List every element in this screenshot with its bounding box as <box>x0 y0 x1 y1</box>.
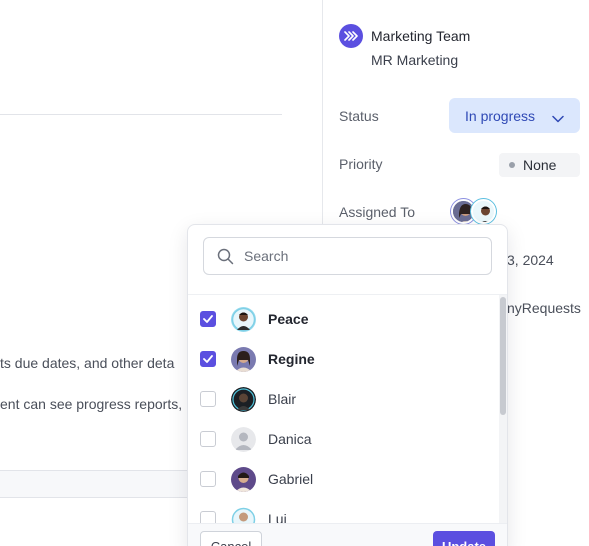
member-name: Regine <box>268 351 315 367</box>
description-text-line: ent can see progress reports, <box>0 396 183 412</box>
member-row-blair[interactable]: Blair <box>188 379 500 419</box>
cancel-button[interactable]: Cancel <box>200 531 262 546</box>
avatar <box>471 199 496 224</box>
member-checkbox[interactable] <box>200 391 216 407</box>
member-name: Blair <box>268 391 297 407</box>
priority-dropdown[interactable]: None <box>499 153 580 177</box>
assignee-picker-popover: Peace Regine Blair Danica <box>187 224 508 546</box>
priority-value: None <box>523 157 557 173</box>
member-checkbox[interactable] <box>200 511 216 523</box>
member-checkbox[interactable] <box>200 311 216 327</box>
member-name: Gabriel <box>268 471 314 487</box>
search-icon <box>217 248 234 270</box>
search-box[interactable] <box>203 237 492 275</box>
member-checkbox[interactable] <box>200 351 216 367</box>
status-value: In progress <box>465 107 536 124</box>
assignee-avatars[interactable] <box>451 199 501 225</box>
team-chevrons-icon <box>339 24 363 48</box>
member-name: Danica <box>268 431 312 447</box>
member-row-gabriel[interactable]: Gabriel <box>188 459 500 499</box>
status-label: Status <box>339 108 379 124</box>
member-checkbox[interactable] <box>200 471 216 487</box>
member-name: Peace <box>268 311 309 327</box>
member-name: Lui <box>268 511 287 523</box>
assigned-to-label: Assigned To <box>339 204 416 220</box>
avatar <box>231 346 256 372</box>
member-row-danica[interactable]: Danica <box>188 419 500 459</box>
section-divider <box>0 114 282 115</box>
list-scrollbar-thumb[interactable] <box>500 297 506 415</box>
member-list: Peace Regine Blair Danica Gabriel Lui <box>188 295 507 523</box>
due-date-value: 3, 2024 <box>507 252 554 268</box>
status-dropdown[interactable]: In progress <box>449 98 580 133</box>
update-button[interactable]: Update <box>433 531 495 546</box>
priority-label: Priority <box>339 156 383 172</box>
team-subtitle: MR Marketing <box>371 52 459 68</box>
chevron-down-icon <box>552 110 564 126</box>
description-text-line: ts due dates, and other deta <box>0 355 175 371</box>
avatar <box>231 306 256 332</box>
member-row-lui[interactable]: Lui <box>188 499 500 523</box>
picker-footer: Cancel Update <box>188 523 507 546</box>
avatar <box>231 426 256 452</box>
search-input[interactable] <box>244 248 474 264</box>
request-type-value: nyRequests <box>507 300 581 316</box>
avatar <box>231 466 256 492</box>
member-checkbox[interactable] <box>200 431 216 447</box>
member-row-regine[interactable]: Regine <box>188 339 500 379</box>
member-row-peace[interactable]: Peace <box>188 299 500 339</box>
team-name[interactable]: Marketing Team <box>371 28 470 44</box>
avatar <box>231 386 256 412</box>
priority-dot-icon <box>509 162 515 168</box>
avatar <box>231 507 256 523</box>
